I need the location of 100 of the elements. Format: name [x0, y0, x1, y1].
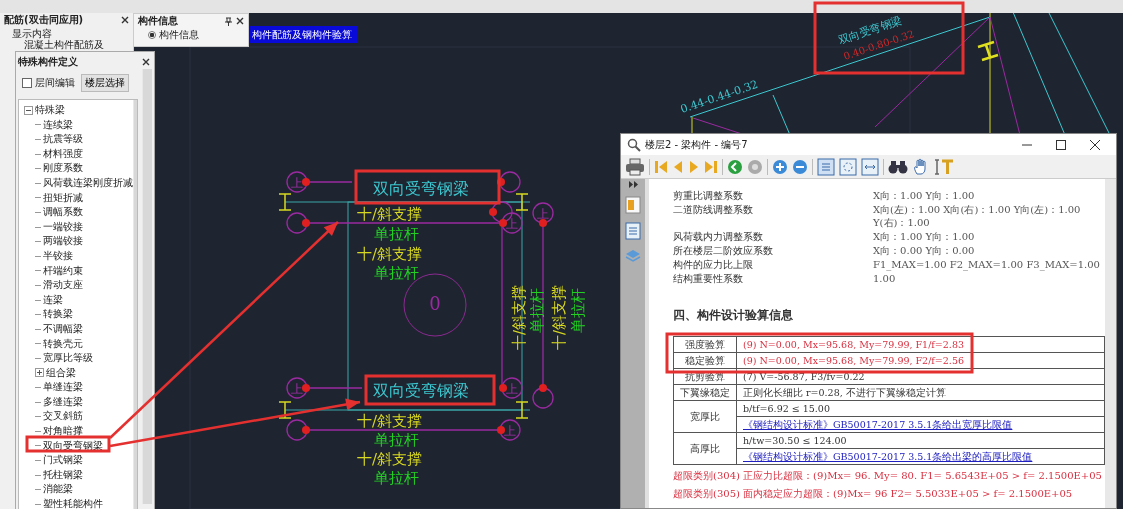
section-label: 显示内容 — [12, 28, 52, 39]
marker-label: 上 — [506, 382, 518, 396]
tree-item[interactable]: 塑性耗能构件 — [43, 497, 103, 509]
tree-item[interactable]: 风荷载连梁刚度折减 — [43, 175, 133, 191]
previous-page-icon[interactable] — [672, 158, 684, 175]
zoom-in-icon[interactable] — [772, 158, 788, 175]
go-icon[interactable] — [727, 158, 743, 175]
beam-label: 双向受弯钢梁 — [373, 381, 469, 400]
tie-label: 单拉杆 — [374, 431, 419, 449]
next-page-icon[interactable] — [688, 158, 700, 175]
checkbox[interactable] — [22, 78, 32, 88]
tree-item[interactable]: 组合梁 — [46, 365, 76, 381]
check-result: (9) N=0.00, Mx=95.68, My=79.99, F2/f=2.56 — [736, 352, 1105, 369]
marker-label: 上 — [506, 217, 518, 231]
tree-item[interactable]: 杆端约束 — [43, 263, 83, 279]
close-icon[interactable] — [236, 17, 244, 25]
panel-title: 配筋(双击同应用) — [4, 14, 84, 26]
tree-item[interactable]: 交叉斜筋 — [43, 409, 83, 425]
tie-label: 单拉杆 — [528, 288, 546, 333]
marker-label: 上 — [291, 382, 303, 396]
brace-label: 十/斜支撑 — [550, 284, 568, 350]
binoculars-icon[interactable] — [888, 158, 908, 175]
tree-item[interactable]: 托柱钢梁 — [43, 467, 83, 483]
brace-label: 十/斜支撑 — [357, 205, 423, 223]
node-marker — [497, 171, 521, 193]
panel-title: 构件信息 — [138, 15, 178, 27]
brace-label: 十/斜支撑 — [357, 245, 423, 263]
tree-item[interactable]: 抗震等级 — [43, 132, 83, 147]
close-icon[interactable] — [121, 16, 129, 24]
node-marker — [286, 212, 310, 234]
marker-label: 上 — [504, 424, 516, 438]
tree-item[interactable]: 滑动支座 — [43, 278, 83, 293]
stop-icon[interactable] — [747, 158, 763, 175]
brace-label: 十/斜支撑 — [357, 412, 423, 430]
section-symbol — [278, 193, 292, 211]
radio-button[interactable] — [148, 31, 156, 39]
section-heading: 四、构件设计验算信息 — [673, 307, 794, 324]
parameter-label: 二道防线调整系数 — [673, 203, 754, 217]
tree-item[interactable]: 转换梁 — [43, 307, 73, 322]
tree-item[interactable]: 刚度系数 — [43, 161, 83, 176]
scrollbar[interactable] — [142, 69, 152, 504]
check-result: (7) V=-56.87, F3/fv=0.22 — [736, 368, 1105, 385]
scrollbar[interactable] — [133, 100, 137, 509]
check-label: 宽厚比 — [673, 400, 737, 433]
check-result: b/tf=6.92 ≤ 15.00 — [736, 400, 1105, 417]
last-page-icon[interactable] — [704, 158, 718, 175]
page-icon[interactable] — [625, 196, 641, 214]
section-symbol — [515, 193, 529, 211]
tree-item[interactable]: 不调幅梁 — [43, 321, 83, 337]
tree-item[interactable]: 一端铰接 — [43, 219, 83, 235]
tree-item[interactable]: 混凝土构件配筋及 — [24, 39, 133, 50]
fit-width-icon[interactable] — [861, 157, 879, 176]
marker-label: 上 — [537, 207, 549, 221]
actual-size-icon[interactable] — [817, 157, 835, 176]
drawing-tab-title[interactable]: 构件配筋及钢构件验算 — [248, 26, 358, 43]
tree-item[interactable]: 门式钢梁 — [43, 453, 83, 468]
check-label: 下翼缘稳定 — [673, 384, 737, 401]
radio-label[interactable]: 构件信息 — [159, 28, 199, 42]
parameter-label: 所在楼层二阶效应系数 — [673, 244, 774, 257]
marker-label: 上 — [291, 176, 303, 190]
scrollbar[interactable] — [1105, 179, 1116, 508]
tree-item[interactable]: 对角暗撑 — [43, 424, 83, 439]
tree-item[interactable]: 连续梁 — [43, 117, 73, 133]
expand-icon[interactable] — [628, 181, 638, 188]
document-icon[interactable] — [625, 222, 641, 240]
tree-item[interactable]: 转换壳元 — [43, 336, 83, 352]
maximize-icon[interactable] — [1056, 139, 1066, 150]
tree-item[interactable]: 连梁 — [43, 292, 63, 308]
tie-label: 单拉杆 — [374, 264, 419, 282]
check-label: 高厚比 — [673, 432, 737, 465]
text-select-icon[interactable] — [934, 157, 954, 176]
tie-label: 单拉杆 — [374, 225, 419, 243]
parameter-value: X向(左)：1.00 X向(右)：1.00 Y向(左)：1.00 Y(右)：1.00 — [873, 203, 1082, 229]
zoom-out-icon[interactable] — [792, 158, 808, 175]
tree-item[interactable]: 双向受弯钢梁 — [43, 438, 103, 454]
tree-item[interactable]: 宽厚比等级 — [43, 351, 93, 366]
search-icon — [627, 137, 641, 152]
parameter-label: 剪重比调整系数 — [673, 189, 744, 202]
parameter-value: F1_MAX=1.00 F2_MAX=1.00 F3_MAX=1.00 — [873, 258, 1101, 271]
collapse-icon[interactable] — [24, 105, 33, 115]
tree-item[interactable]: 单缝连梁 — [43, 380, 83, 395]
fit-page-icon[interactable] — [839, 157, 857, 176]
close-icon[interactable] — [1090, 139, 1100, 150]
tree-item[interactable]: 特殊梁 — [35, 103, 65, 118]
tree-item[interactable]: 半铰接 — [43, 248, 73, 264]
tree-item[interactable]: 调幅系数 — [43, 205, 83, 220]
close-icon[interactable] — [142, 58, 150, 66]
tree-item[interactable]: 两端铰接 — [43, 234, 83, 249]
tree-item[interactable]: 材料强度 — [43, 146, 83, 162]
pin-icon[interactable] — [225, 16, 232, 26]
floor-select-button[interactable]: 楼层选择 — [81, 74, 129, 92]
checkbox-label[interactable]: 层间编辑 — [35, 76, 75, 90]
tree-item[interactable]: 多缝连梁 — [43, 394, 83, 410]
print-icon[interactable] — [625, 157, 645, 176]
tree-item[interactable]: 消能梁 — [43, 482, 73, 498]
first-page-icon[interactable] — [654, 158, 668, 175]
expand-icon[interactable] — [35, 368, 44, 378]
section-symbol — [515, 401, 529, 419]
parameter-label: 结构重要性系数 — [673, 272, 744, 285]
tree-item[interactable]: 扭矩折减 — [43, 190, 83, 206]
